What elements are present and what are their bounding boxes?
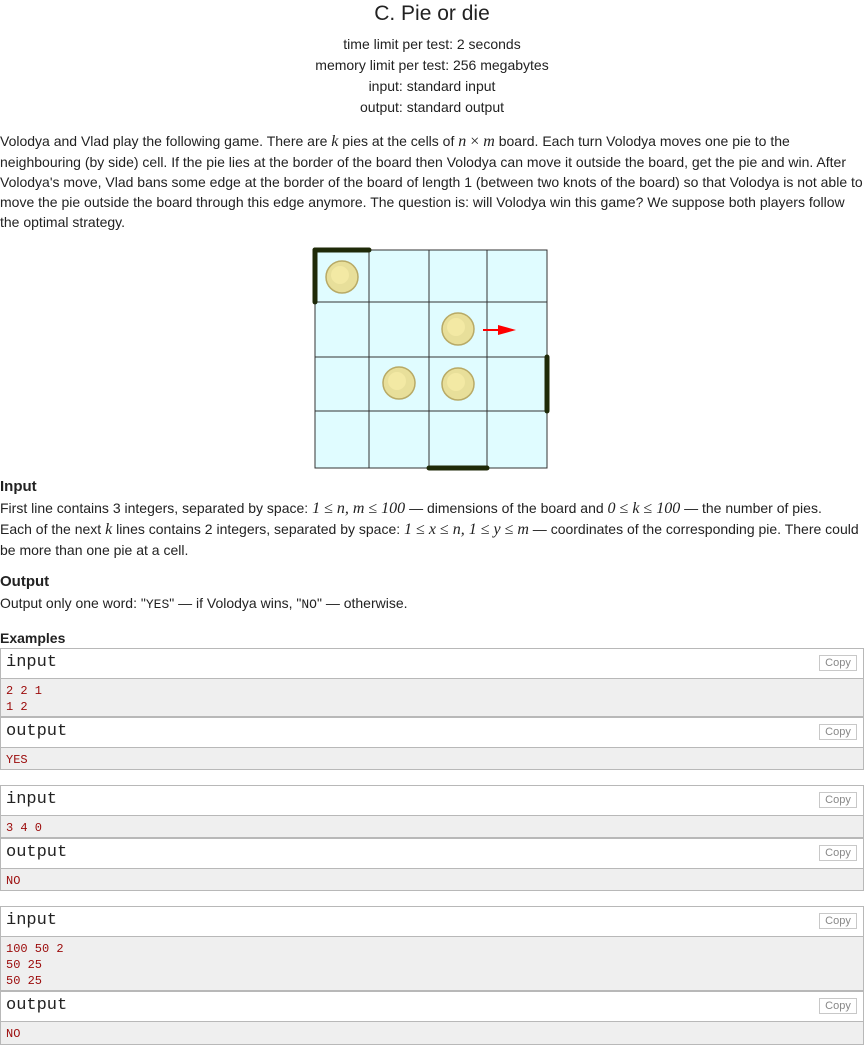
copy-button[interactable]: Copy <box>819 845 857 861</box>
sample-output-header: output Copy <box>0 991 864 1022</box>
copy-button[interactable]: Copy <box>819 913 857 929</box>
sample-output-label: output <box>6 996 68 1015</box>
input-heading: Input <box>0 478 37 495</box>
pie-highlight <box>331 266 349 284</box>
sample-output-header: output Copy <box>0 717 864 748</box>
output-heading: Output <box>0 573 50 590</box>
sample-input-header: input Copy <box>0 785 864 816</box>
copy-button[interactable]: Copy <box>819 998 857 1014</box>
memory-limit: memory limit per test: 256 megabytes <box>315 57 549 73</box>
board-svg <box>312 247 550 471</box>
output-file: output: standard output <box>360 99 504 115</box>
output-spec: Output only one word: "YES" — if Volodya… <box>0 595 408 612</box>
board-illustration <box>310 244 555 481</box>
sample-input-header: input Copy <box>0 648 864 679</box>
sample-output-text: NO <box>0 1022 864 1045</box>
sample-input-text: 2 2 1 1 2 <box>0 679 864 717</box>
problem-title: C. Pie or die <box>374 2 490 25</box>
sample-input-label: input <box>6 653 58 672</box>
input-file: input: standard input <box>368 78 496 94</box>
sample-output-header: output Copy <box>0 838 864 869</box>
legend-paragraph: Volodya and Vlad play the following game… <box>0 133 863 230</box>
input-spec: First line contains 3 integers, separate… <box>0 500 859 558</box>
examples-heading: Examples <box>0 630 66 646</box>
sample-output-text: YES <box>0 748 864 770</box>
sample-output-label: output <box>6 722 68 741</box>
sample-input-text: 3 4 0 <box>0 816 864 838</box>
sample-output-text: NO <box>0 869 864 891</box>
copy-button[interactable]: Copy <box>819 724 857 740</box>
time-limit: time limit per test: 2 seconds <box>343 36 521 52</box>
sample-input-text: 100 50 2 50 25 50 25 <box>0 937 864 991</box>
copy-button[interactable]: Copy <box>819 792 857 808</box>
sample-input-label: input <box>6 790 58 809</box>
sample-output-label: output <box>6 843 68 862</box>
pie-highlight <box>388 372 406 390</box>
sample-input-header: input Copy <box>0 906 864 937</box>
sample-input-label: input <box>6 911 58 930</box>
pie-highlight <box>447 318 465 336</box>
copy-button[interactable]: Copy <box>819 655 857 671</box>
pie-highlight <box>447 373 465 391</box>
